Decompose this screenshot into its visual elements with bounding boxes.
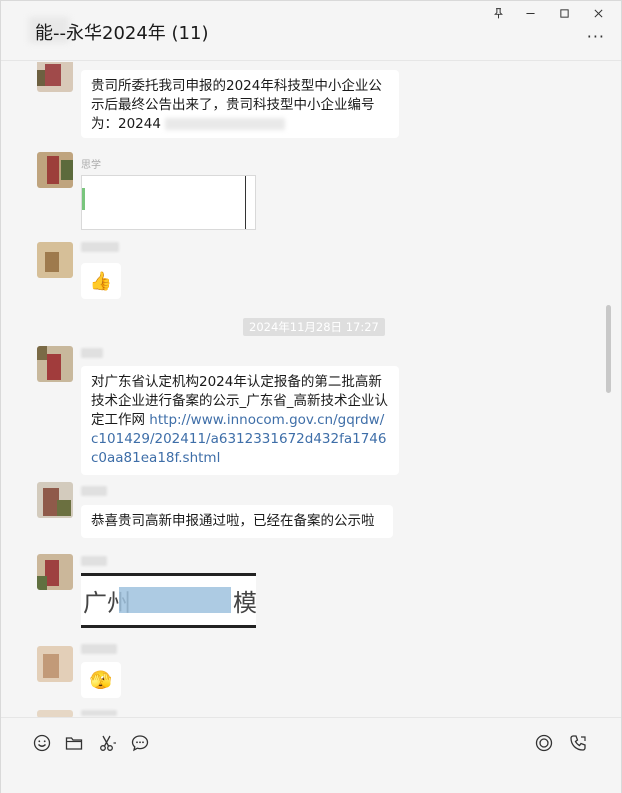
image-detail [81,625,256,628]
folder-icon[interactable] [63,732,85,754]
chat-window: 能--永华2024年 (11) ··· 贵司所委托我司申报的2024年科技型中小… [0,0,622,793]
chat-title: 能--永华2024年 (11) [35,23,209,44]
laughing-emoji-icon: 🫣 [89,669,113,691]
sender-name-redacted [81,486,107,496]
sender-name-redacted [81,348,103,358]
avatar[interactable] [37,554,73,590]
image-message[interactable] [81,175,256,230]
call-icon[interactable] [567,732,589,754]
image-text: 模 [233,589,256,617]
sender-name: 思学 [81,160,101,171]
avatar[interactable] [37,242,73,278]
emoji-icon[interactable] [31,732,53,754]
message-list[interactable]: 贵司所委托我司申报的2024年科技型中小企业公示后最终公告出来了，贵司科技型中小… [1,62,621,717]
image-detail [82,188,85,210]
message-bubble[interactable]: 对广东省认定机构2024年认定报备的第二批高新技术企业进行备案的公示_广东省_高… [81,366,399,475]
scrollbar[interactable] [606,305,611,393]
image-redaction [119,587,231,613]
avatar[interactable] [37,346,73,382]
message-bubble[interactable]: 贵司所委托我司申报的2024年科技型中小企业公示后最终公告出来了，贵司科技型中小… [81,70,399,138]
emoji-message[interactable]: 🫣 [81,662,121,698]
sender-name-redacted [81,556,107,566]
avatar[interactable] [37,62,73,92]
image-detail [245,176,246,229]
input-toolbar [1,717,621,793]
sender-name-redacted [81,242,119,252]
avatar[interactable] [37,482,73,518]
image-detail [81,573,256,576]
scissors-icon[interactable] [97,732,119,754]
pin-icon[interactable] [487,3,509,23]
sender-name-redacted [81,644,117,654]
avatar[interactable] [37,710,73,717]
video-icon[interactable] [533,732,555,754]
sender-name-redacted [81,710,117,716]
message-text: 恭喜贵司高新申报通过啦，已经在备案的公示啦 [91,513,375,529]
close-icon[interactable] [587,3,609,23]
redaction [165,118,286,130]
image-message[interactable]: 广州 模 [81,573,256,628]
emoji-message[interactable]: 👍 [81,263,121,299]
timestamp: 2024年11月28日 17:27 [243,318,385,336]
thumbs-up-icon: 👍 [89,270,113,292]
title-bar: 能--永华2024年 (11) ··· [1,1,621,61]
chat-history-icon[interactable] [129,732,151,754]
minimize-icon[interactable] [519,3,541,23]
avatar[interactable] [37,152,73,188]
more-options-icon[interactable]: ··· [587,27,605,46]
avatar[interactable] [37,646,73,682]
message-bubble[interactable]: 恭喜贵司高新申报通过啦，已经在备案的公示啦 [81,505,393,538]
maximize-icon[interactable] [553,3,575,23]
